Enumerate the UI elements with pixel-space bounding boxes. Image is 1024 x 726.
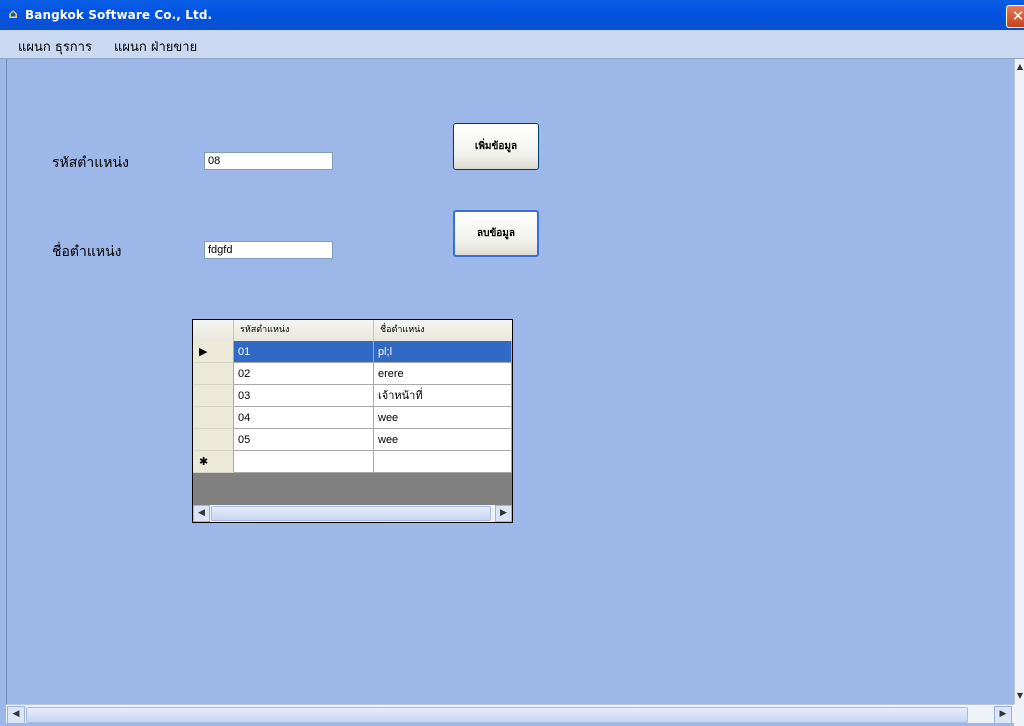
app-icon[interactable]: ⌂ <box>5 7 21 23</box>
row-header[interactable] <box>193 385 234 407</box>
row-header[interactable] <box>193 363 234 385</box>
cell-code[interactable] <box>234 451 374 473</box>
table-row[interactable]: ▶ 01 pl;l <box>193 341 512 363</box>
cell-name[interactable]: wee <box>374 407 512 429</box>
scroll-right-icon[interactable]: ▶ <box>994 706 1012 724</box>
table-row[interactable]: 04 wee <box>193 407 512 429</box>
position-code-input[interactable]: 08 <box>204 152 333 170</box>
scroll-left-icon[interactable]: ◀ <box>7 706 25 724</box>
cell-code[interactable]: 01 <box>234 341 374 363</box>
new-row[interactable]: ✱ <box>193 451 512 473</box>
close-button[interactable]: ✕ <box>1006 5 1024 28</box>
cell-name[interactable]: erere <box>374 363 512 385</box>
window-vertical-scrollbar[interactable]: ▲ ▼ <box>1014 59 1024 704</box>
cell-name[interactable] <box>374 451 512 473</box>
new-row-icon[interactable]: ✱ <box>193 451 234 473</box>
table-row[interactable]: 03 เจ้าหน้าที่ <box>193 385 512 407</box>
delete-data-button[interactable]: ลบข้อมูล <box>453 210 539 257</box>
scroll-down-icon[interactable]: ▼ <box>1015 689 1024 703</box>
grid-horizontal-scrollbar[interactable]: ◀ ▶ <box>193 505 512 522</box>
menu-bar: แผนก ธุรการ แผนก ฝ่ายขาย <box>0 30 1024 59</box>
cell-code[interactable]: 05 <box>234 429 374 451</box>
cell-code[interactable]: 04 <box>234 407 374 429</box>
table-row[interactable]: 02 erere <box>193 363 512 385</box>
position-name-input[interactable]: fdgfd <box>204 241 333 259</box>
table-row[interactable]: 05 wee <box>193 429 512 451</box>
cell-name[interactable]: pl;l <box>374 341 512 363</box>
title-bar: ⌂ Bangkok Software Co., Ltd. ✕ <box>0 0 1024 30</box>
row-header[interactable] <box>193 407 234 429</box>
grid-header: รหัสตำแหน่ง ชื่อตำแหน่ง <box>193 320 512 342</box>
position-name-label: ชื่อตำแหน่ง <box>52 244 122 260</box>
grid-scroll-thumb[interactable] <box>211 506 491 521</box>
cell-name[interactable]: เจ้าหน้าที่ <box>374 385 512 407</box>
column-header-name[interactable]: ชื่อตำแหน่ง <box>374 320 512 341</box>
add-data-button[interactable]: เพิ่มข้อมูล <box>453 123 539 170</box>
window-horizontal-scrollbar[interactable]: ◀ ▶ <box>6 704 1014 724</box>
positions-data-grid[interactable]: รหัสตำแหน่ง ชื่อตำแหน่ง ▶ 01 pl;l 02 ere… <box>192 319 513 523</box>
menu-item-sales[interactable]: แผนก ฝ่ายขาย <box>114 36 197 57</box>
menu-item-admin[interactable]: แผนก ธุรการ <box>18 36 92 57</box>
grid-header-corner <box>193 320 234 341</box>
row-header[interactable] <box>193 429 234 451</box>
window-scroll-thumb[interactable] <box>26 707 968 723</box>
scroll-right-icon[interactable]: ▶ <box>495 505 512 522</box>
scroll-left-icon[interactable]: ◀ <box>193 505 210 522</box>
cell-code[interactable]: 03 <box>234 385 374 407</box>
cell-code[interactable]: 02 <box>234 363 374 385</box>
cell-name[interactable]: wee <box>374 429 512 451</box>
row-header[interactable]: ▶ <box>193 341 234 363</box>
window-title: Bangkok Software Co., Ltd. <box>25 8 213 22</box>
position-code-label: รหัสตำแหน่ง <box>52 155 129 171</box>
scroll-up-icon[interactable]: ▲ <box>1015 60 1024 74</box>
column-header-code[interactable]: รหัสตำแหน่ง <box>234 320 374 341</box>
scrollbar-corner <box>1014 704 1024 726</box>
